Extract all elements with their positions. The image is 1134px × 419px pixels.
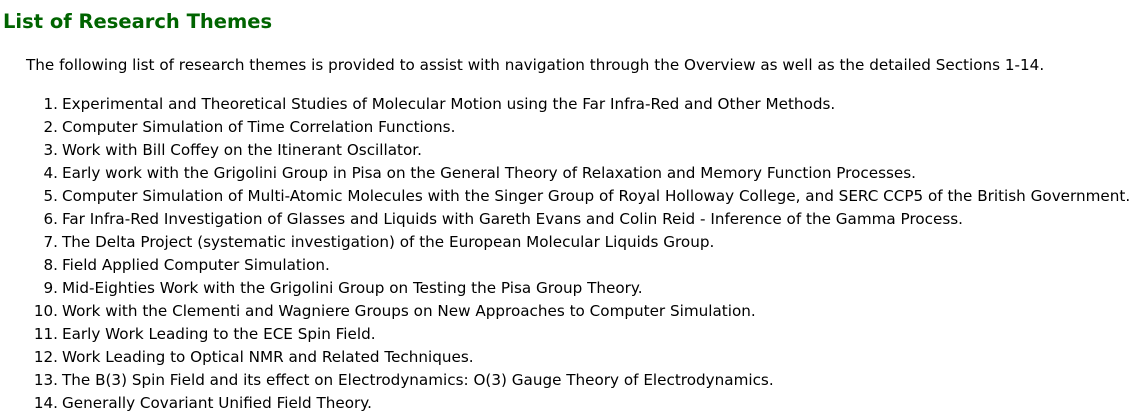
theme-text: Work Leading to Optical NMR and Related … [62,348,474,366]
theme-number: 5. [43,187,59,205]
theme-number: 6. [43,210,59,228]
theme-number: 7. [43,233,59,251]
theme-item-11: 11. Early Work Leading to the ECE Spin Fi… [0,323,1130,346]
intro-paragraph: The following list of research themes is… [26,56,1045,74]
theme-text: Computer Simulation of Multi-Atomic Mole… [62,187,1131,205]
theme-item-3: 3. Work with Bill Coffey on the Itinerant… [0,139,1130,162]
theme-item-4: 4. Early work with the Grigolini Group in… [0,162,1130,185]
theme-item-6: 6. Far Infra-Red Investigation of Glasses… [0,208,1130,231]
theme-text: Early Work Leading to the ECE Spin Field… [62,325,376,343]
theme-item-14: 14. Generally Covariant Unified Field The… [0,392,1130,415]
theme-text: Far Infra-Red Investigation of Glasses a… [62,210,963,228]
theme-text: Work with the Clementi and Wagniere Grou… [62,302,756,320]
theme-item-9: 9. Mid-Eighties Work with the Grigolini G… [0,277,1130,300]
theme-number: 1. [43,95,59,113]
theme-text: Mid-Eighties Work with the Grigolini Gro… [62,279,643,297]
theme-number: 2. [43,118,59,136]
theme-number: 4. [43,164,59,182]
theme-number: 8. [43,256,59,274]
theme-text: Computer Simulation of Time Correlation … [62,118,456,136]
theme-item-12: 12. Work Leading to Optical NMR and Relat… [0,346,1130,369]
theme-number: 10. [33,302,58,320]
theme-item-1: 1. Experimental and Theoretical Studies o… [0,93,1130,116]
theme-text: Work with Bill Coffey on the Itinerant O… [62,141,422,159]
research-theme-list: 1. Experimental and Theoretical Studies o… [0,93,1130,415]
theme-text: The B(3) Spin Field and its effect on El… [62,371,774,389]
theme-number: 11. [33,325,58,343]
theme-text: Field Applied Computer Simulation. [62,256,330,274]
theme-number: 9. [43,279,59,297]
theme-item-2: 2. Computer Simulation of Time Correlatio… [0,116,1130,139]
theme-item-5: 5. Computer Simulation of Multi-Atomic Mo… [0,185,1131,208]
theme-item-13: 13. The B(3) Spin Field and its effect on… [0,369,1130,392]
theme-number: 3. [43,141,59,159]
theme-number: 13. [33,371,58,389]
theme-text: The Delta Project (systematic investigat… [62,233,715,251]
theme-number: 14. [33,394,58,412]
theme-number: 12. [33,348,58,366]
theme-item-8: 8. Field Applied Computer Simulation. [0,254,1130,277]
page-title: List of Research Themes [3,10,273,33]
theme-item-10: 10. Work with the Clementi and Wagniere G… [0,300,1130,323]
theme-text: Early work with the Grigolini Group in P… [62,164,916,182]
theme-item-7: 7. The Delta Project (systematic investig… [0,231,1130,254]
theme-text: Experimental and Theoretical Studies of … [62,95,836,113]
theme-text: Generally Covariant Unified Field Theory… [62,394,372,412]
